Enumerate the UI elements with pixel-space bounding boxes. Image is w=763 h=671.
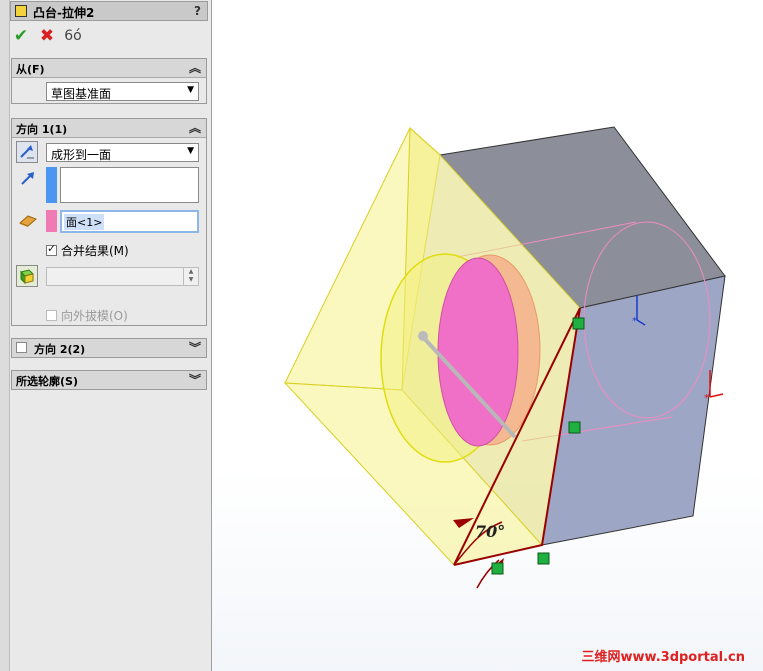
chevron-up-icon[interactable]: ︽ xyxy=(189,59,201,76)
direction2-section: 方向 2(2) ︾ xyxy=(11,338,207,358)
feature-title: 凸台-拉伸2 xyxy=(33,6,95,20)
left-dock-edge xyxy=(0,0,10,671)
watermark-text: 三维网www.3dportal.cn xyxy=(581,650,745,665)
direction1-header[interactable]: 方向 1(1) ︽ xyxy=(12,119,206,138)
merge-result-checkbox[interactable]: 合并结果(M) xyxy=(46,242,129,259)
svg-text:*: * xyxy=(704,393,709,404)
selected-face[interactable] xyxy=(437,257,519,447)
draft-toggle-icon[interactable] xyxy=(16,265,38,287)
reverse-direction-icon[interactable] xyxy=(16,141,38,163)
face-selection-box[interactable]: 面<1> xyxy=(60,210,199,233)
end-condition-select[interactable]: 成形到一面 ▼ xyxy=(46,143,199,162)
draft-angle-spinner[interactable]: ▲ ▼ xyxy=(46,267,199,286)
direction-vector-list[interactable] xyxy=(60,167,199,203)
from-header-label: 从(F) xyxy=(16,63,45,76)
direction2-header-label: 方向 2(2) xyxy=(34,343,86,356)
start-condition-value: 草图基准面 xyxy=(51,87,112,101)
face-icon xyxy=(19,214,37,231)
arrow-handle[interactable] xyxy=(418,331,428,341)
draft-outward-checkbox[interactable]: 向外拔模(O) xyxy=(46,307,128,324)
chevron-up-icon[interactable]: ︽ xyxy=(189,119,201,136)
direction1-header-label: 方向 1(1) xyxy=(16,123,68,136)
face-selection-item[interactable]: 面<1> xyxy=(64,214,105,230)
selected-contours-header[interactable]: 所选轮廓(S) ︾ xyxy=(12,371,206,389)
end-condition-value: 成形到一面 xyxy=(51,148,112,162)
direction-arrow-icon xyxy=(20,170,36,189)
draft-outward-label: 向外拔模(O) xyxy=(61,309,128,323)
direction2-checkbox[interactable] xyxy=(16,342,27,353)
graphics-viewport[interactable]: 70° * * 三维网www.3dportal.cn xyxy=(212,0,763,671)
face-color-swatch xyxy=(46,210,57,232)
checkbox-checked-icon[interactable] xyxy=(46,242,57,256)
boss-extrude-icon xyxy=(15,5,27,17)
chevron-down-icon[interactable]: ︾ xyxy=(189,371,201,388)
from-header[interactable]: 从(F) ︽ xyxy=(12,59,206,78)
chevron-down-icon[interactable]: ︾ xyxy=(189,339,201,356)
direction2-header[interactable]: 方向 2(2) ︾ xyxy=(12,339,206,357)
selected-contours-label: 所选轮廓(S) xyxy=(16,375,78,388)
relation-marker-icon[interactable] xyxy=(537,552,550,565)
detailed-preview-icon[interactable]: 6ó xyxy=(64,27,82,45)
relation-marker-icon[interactable] xyxy=(568,421,581,434)
feature-titlebar: 凸台-拉伸2 ? xyxy=(10,1,208,21)
relation-marker-icon[interactable] xyxy=(572,317,585,330)
property-manager: 凸台-拉伸2 ? ✔ ✖ 6ó 从(F) ︽ 草图基准面 ▼ 方向 1(1) ︽… xyxy=(0,0,212,671)
dropdown-arrow-icon: ▼ xyxy=(187,85,194,95)
help-button[interactable]: ? xyxy=(194,4,201,18)
direction-color-swatch xyxy=(46,167,57,203)
checkbox-unchecked-icon[interactable] xyxy=(46,310,57,321)
model-scene[interactable]: 70° * * xyxy=(212,0,763,671)
spinner-arrows-icon[interactable]: ▲ ▼ xyxy=(183,268,198,285)
relation-marker-icon[interactable] xyxy=(491,562,504,575)
svg-text:*: * xyxy=(632,316,637,327)
start-condition-select[interactable]: 草图基准面 ▼ xyxy=(46,82,199,101)
ok-check-icon[interactable]: ✔ xyxy=(12,27,30,45)
direction1-section: 方向 1(1) ︽ 成形到一面 ▼ 面<1> 合并结果(M) ▲▼ xyxy=(11,118,207,326)
dropdown-arrow-icon: ▼ xyxy=(187,146,194,156)
cancel-x-icon[interactable]: ✖ xyxy=(38,27,56,45)
draft-angle-label: 70° xyxy=(475,522,505,541)
from-section: 从(F) ︽ 草图基准面 ▼ xyxy=(11,58,207,104)
selected-contours-section: 所选轮廓(S) ︾ xyxy=(11,370,207,390)
merge-result-label: 合并结果(M) xyxy=(61,244,129,258)
